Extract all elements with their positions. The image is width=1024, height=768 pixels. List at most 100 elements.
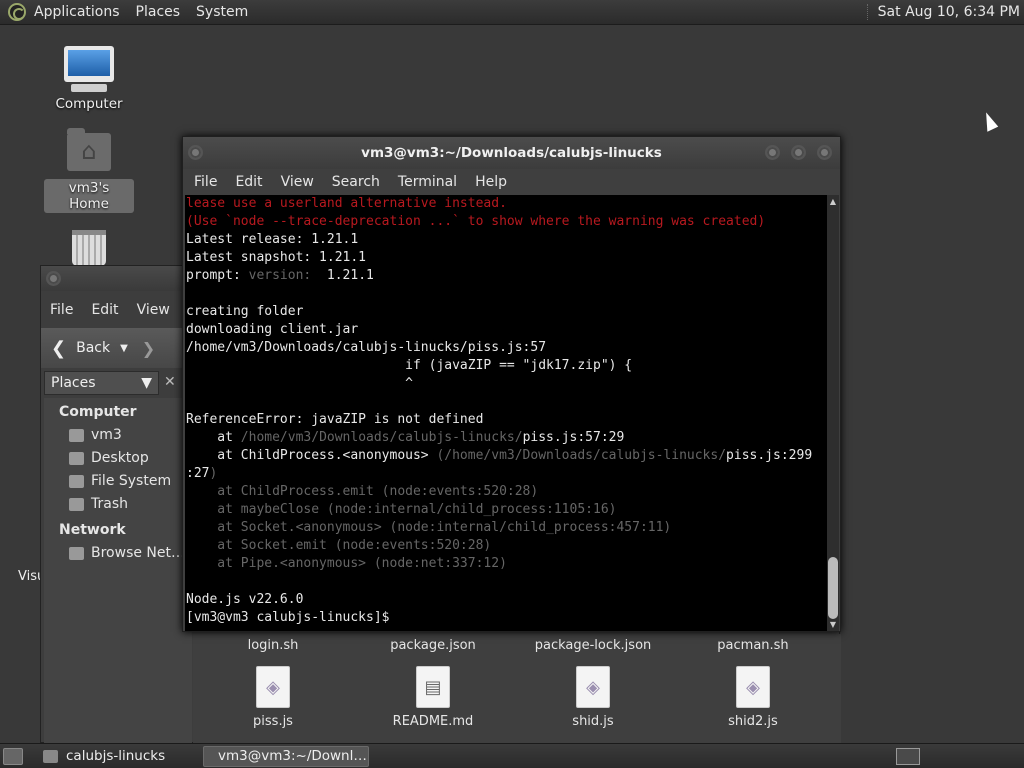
places-selector[interactable]: Places ▼ (44, 371, 159, 395)
file-item-label: shid2.js (728, 714, 778, 729)
scroll-up-icon[interactable]: ▲ (827, 197, 839, 206)
terminal-scrollbar[interactable]: ▲ ▼ (827, 195, 839, 631)
fm-menu-edit[interactable]: Edit (82, 302, 127, 318)
terminal-line: prompt: version: 1.21.1 (186, 268, 374, 283)
back-button[interactable]: Back (76, 340, 110, 356)
terminal-menubar: File Edit View Search Terminal Help (183, 169, 840, 195)
file-item-label: README.md (392, 714, 474, 729)
file-item-label[interactable]: pacman.sh (673, 638, 833, 653)
terminal-line: Node.js v22.6.0 (186, 592, 304, 607)
desktop-icon-home[interactable]: vm3's Home (44, 128, 134, 213)
script-file-icon (256, 666, 290, 708)
drive-icon (69, 474, 84, 488)
taskbar-item-label: vm3@vm3:~/Downl… (218, 748, 367, 764)
term-menu-view[interactable]: View (272, 174, 323, 190)
taskbar-item-file-manager[interactable]: calubjs-linucks (37, 746, 189, 767)
window-menu-icon[interactable] (188, 145, 203, 160)
forward-arrow-icon[interactable]: ❯ (142, 339, 155, 358)
top-menu: Applications Places System (26, 0, 256, 24)
fm-menu-view[interactable]: View (128, 302, 179, 318)
terminal-line: at /home/vm3/Downloads/calubjs-linucks/p… (186, 430, 625, 445)
back-arrow-icon[interactable]: ❮ (51, 338, 66, 359)
chevron-down-icon[interactable]: ▼ (120, 343, 128, 354)
close-icon[interactable]: ✕ (164, 374, 176, 390)
places-label: Places (51, 375, 96, 391)
sidebar-item-vm3[interactable]: vm3 (44, 424, 192, 447)
home-icon (69, 428, 84, 442)
window-title: vm3@vm3:~/Downloads/calubjs-linucks (361, 145, 662, 161)
sidebar-item-trash[interactable]: Trash (44, 493, 192, 516)
fm-menu-file[interactable]: File (41, 302, 82, 318)
sidebar-item-label: Desktop (91, 450, 149, 466)
text-file-icon (416, 666, 450, 708)
distro-logo-icon[interactable] (8, 3, 26, 21)
terminal-line: ^ (186, 376, 413, 391)
places-sidebar: Computer vm3 Desktop File System Trash N… (44, 398, 192, 743)
system-menu[interactable]: System (188, 4, 256, 20)
scrollbar-thumb[interactable] (828, 557, 838, 619)
network-icon (69, 546, 84, 560)
sidebar-item-label: File System (91, 473, 172, 489)
clock[interactable]: Sat Aug 10, 6:34 PM (866, 4, 1020, 20)
applications-menu[interactable]: Applications (26, 4, 128, 20)
terminal-titlebar[interactable]: vm3@vm3:~/Downloads/calubjs-linucks (183, 137, 840, 169)
terminal-prompt[interactable]: [vm3@vm3 calubjs-linucks]$ (186, 609, 828, 627)
desktop-icon (69, 451, 84, 465)
file-item[interactable]: README.md (353, 666, 513, 729)
file-item-label[interactable]: package.json (353, 638, 513, 653)
scroll-down-icon[interactable]: ▼ (827, 620, 839, 629)
terminal-output[interactable]: lease use a userland alternative instead… (185, 195, 828, 631)
sidebar-item-label: Browse Net… (91, 545, 186, 561)
script-file-icon (736, 666, 770, 708)
file-item[interactable]: shid2.js (673, 666, 833, 729)
script-file-icon (576, 666, 610, 708)
file-row: piss.js README.md shid.js shid2.js (193, 666, 841, 729)
sidebar-item-desktop[interactable]: Desktop (44, 447, 192, 470)
workspace-switcher[interactable] (896, 748, 920, 765)
terminal-line: lease use a userland alternative instead… (186, 196, 507, 211)
term-menu-file[interactable]: File (185, 174, 226, 190)
desktop-icon-trash[interactable] (44, 230, 134, 266)
terminal-line: at ChildProcess.<anonymous> (/home/vm3/D… (186, 448, 813, 463)
file-item-label: shid.js (572, 714, 614, 729)
file-item-label[interactable]: package-lock.json (513, 638, 673, 653)
taskbar-item-terminal[interactable]: vm3@vm3:~/Downl… (203, 745, 369, 767)
term-menu-help[interactable]: Help (466, 174, 516, 190)
trash-icon (69, 497, 84, 511)
file-item-label[interactable]: login.sh (193, 638, 353, 653)
term-menu-search[interactable]: Search (323, 174, 389, 190)
places-menu[interactable]: Places (128, 4, 189, 20)
chevron-down-icon: ▼ (141, 375, 152, 391)
window-menu-icon[interactable] (46, 271, 61, 286)
terminal-window[interactable]: vm3@vm3:~/Downloads/calubjs-linucks File… (182, 136, 841, 632)
show-desktop-icon[interactable] (3, 747, 23, 765)
file-row: login.sh package.json package-lock.json … (193, 638, 841, 653)
term-menu-edit[interactable]: Edit (226, 174, 271, 190)
term-menu-terminal[interactable]: Terminal (389, 174, 466, 190)
close-icon[interactable] (817, 145, 832, 160)
desktop-icon-label: vm3's Home (44, 179, 134, 213)
sidebar-item-label: Trash (91, 496, 128, 512)
sidebar-item-file-system[interactable]: File System (44, 470, 192, 493)
sidebar-item-browse-network[interactable]: Browse Net… (44, 542, 192, 565)
terminal-line: ReferenceError: javaZIP is not defined (186, 412, 484, 427)
sidebar-heading-computer: Computer (59, 404, 137, 420)
terminal-line: (Use `node --trace-deprecation ...` to s… (186, 214, 766, 229)
terminal-line: creating folder (186, 304, 304, 319)
maximize-icon[interactable] (791, 145, 806, 160)
terminal-line: at maybeClose (node:internal/child_proce… (186, 502, 617, 517)
terminal-line: Latest release: 1.21.1 (186, 232, 359, 247)
minimize-icon[interactable] (765, 145, 780, 160)
terminal-line: Latest snapshot: 1.21.1 (186, 250, 367, 265)
terminal-line: /home/vm3/Downloads/calubjs-linucks/piss… (186, 340, 547, 355)
taskbar-item-label: calubjs-linucks (66, 748, 166, 764)
top-panel: Applications Places System Sat Aug 10, 6… (0, 0, 1024, 25)
terminal-line: at Pipe.<anonymous> (node:net:337:12) (186, 556, 507, 571)
file-item[interactable]: shid.js (513, 666, 673, 729)
trash-icon (72, 230, 106, 266)
sidebar-heading-network: Network (59, 522, 126, 538)
desktop-icon-computer[interactable]: Computer (44, 46, 134, 113)
file-item[interactable]: piss.js (193, 666, 353, 729)
